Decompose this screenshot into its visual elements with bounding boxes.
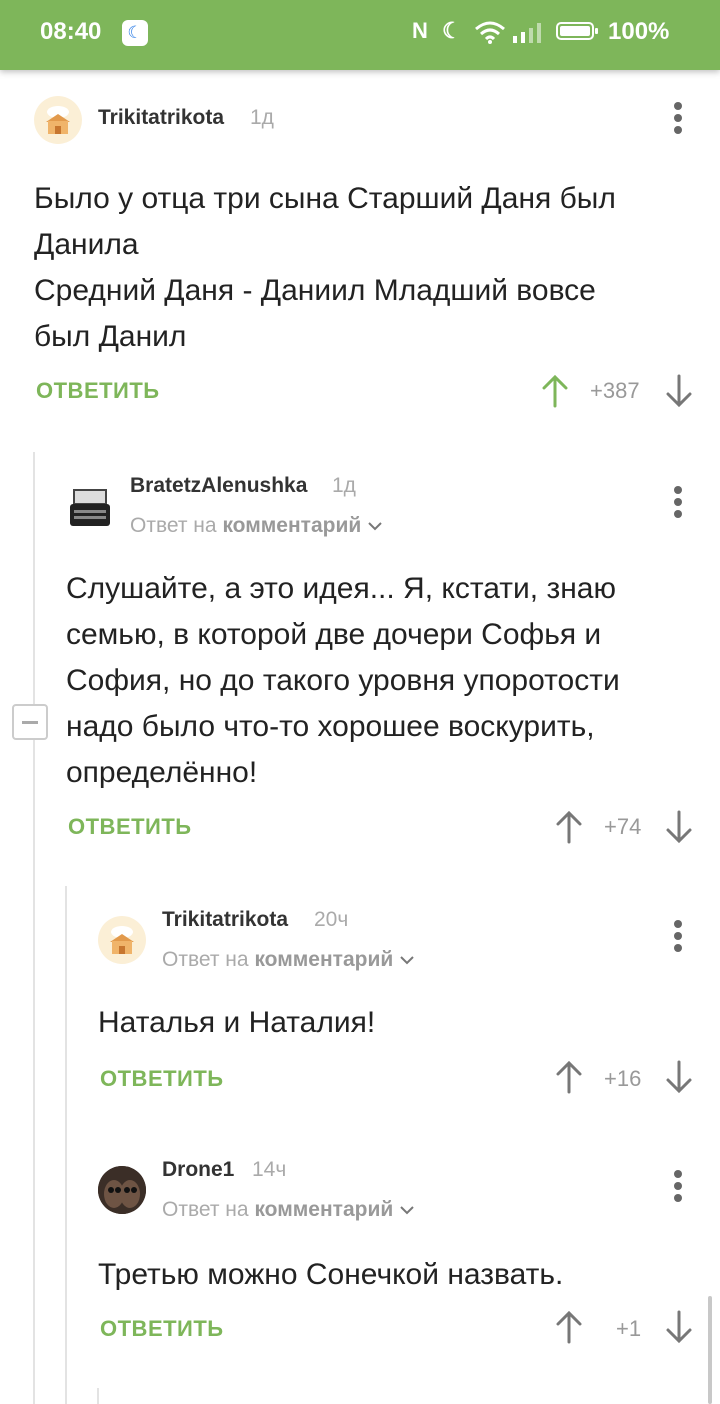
comment-score: +16 [604,1066,642,1091]
wifi-icon [475,21,505,44]
battery-percentage: 100% [608,18,670,45]
more-options-icon[interactable] [668,1168,688,1208]
moon-badge-icon: ☾ [122,20,148,46]
more-options-icon[interactable] [668,918,688,958]
reply-to[interactable]: Ответ на комментарий [162,948,415,972]
comment-text: Было у отца три сына Старший Даня был Да… [34,182,616,353]
comment-author[interactable]: Drone1 [162,1158,234,1182]
more-options-icon[interactable] [668,484,688,524]
avatar[interactable] [34,96,82,144]
thread-line[interactable] [97,1388,99,1404]
comment-score: +387 [590,378,640,403]
thread-line[interactable] [65,886,67,1404]
reply-button[interactable]: ОТВЕТИТЬ [100,1066,224,1092]
comment-age: 20ч [314,908,349,931]
reply-button[interactable]: ОТВЕТИТЬ [68,814,192,840]
comment-age: 1д [250,106,274,129]
status-time: 08:40 [40,18,102,45]
downvote-icon[interactable] [664,1310,694,1344]
reply-button[interactable]: ОТВЕТИТЬ [100,1316,224,1342]
comment-age: 14ч [252,1158,287,1181]
comment-author[interactable]: BratetzAlenushka [130,474,307,498]
comment-author[interactable]: Trikitatrikota [162,908,288,932]
upvote-icon[interactable] [540,374,570,408]
upvote-icon[interactable] [554,1310,584,1344]
collapse-thread-button[interactable] [12,704,48,740]
comment-score: +1 [616,1316,642,1341]
thread-line[interactable] [33,452,35,1404]
comment-text: Наталья и Наталия! [98,1006,376,1039]
chevron-down-icon[interactable] [399,954,415,966]
upvote-icon[interactable] [554,1060,584,1094]
avatar[interactable] [98,1166,146,1214]
reply-to[interactable]: Ответ на комментарий [162,1198,415,1222]
nfc-icon: N [412,18,428,43]
battery-icon [556,22,598,40]
upvote-icon[interactable] [554,810,584,844]
status-bar: 08:40 ☾ N ☾ 100% [0,0,720,70]
reply-to[interactable]: Ответ на комментарий [130,514,383,538]
comment-age: 1д [332,474,356,497]
chevron-down-icon[interactable] [367,520,383,532]
do-not-disturb-icon: ☾ [442,18,462,43]
comment-score: +74 [604,814,642,839]
avatar[interactable] [98,916,146,964]
comment-author[interactable]: Trikitatrikota [98,106,224,130]
downvote-icon[interactable] [664,1060,694,1094]
signal-icon [513,23,541,43]
downvote-icon[interactable] [664,810,694,844]
comment-text: Слушайте, а это идея... Я, кстати, знаю … [66,572,620,789]
downvote-icon[interactable] [664,374,694,408]
chevron-down-icon[interactable] [399,1204,415,1216]
more-options-icon[interactable] [668,100,688,140]
comment-text: Третью можно Сонечкой назвать. [98,1258,564,1291]
avatar[interactable] [66,484,114,532]
reply-button[interactable]: ОТВЕТИТЬ [36,378,160,404]
scrollbar[interactable] [708,1296,712,1404]
